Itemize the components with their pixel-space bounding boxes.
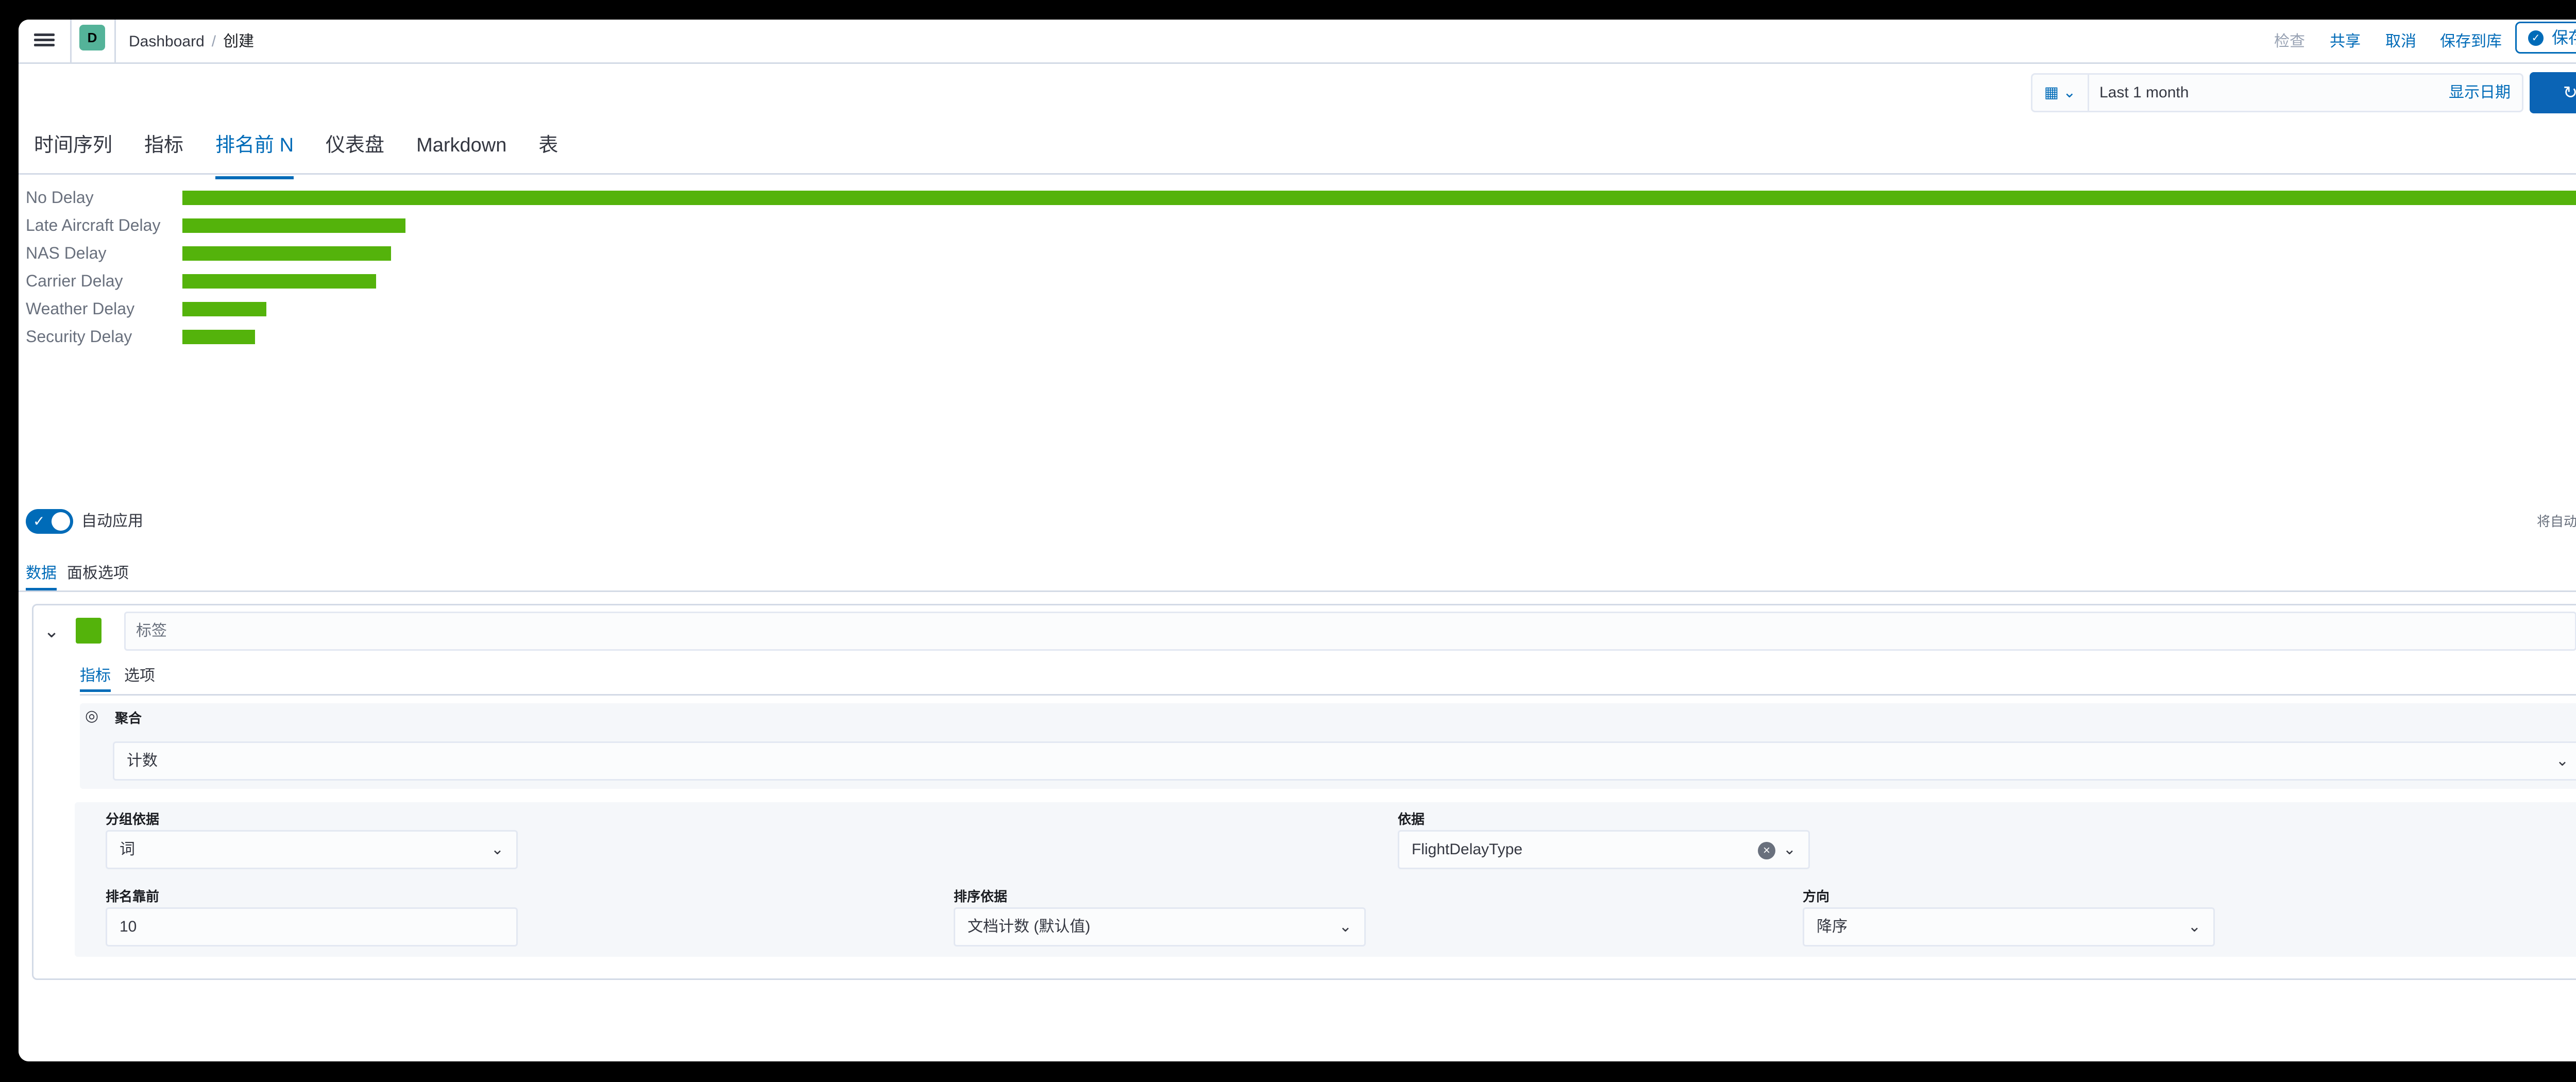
grouping-section: 分组依据 词 ⌄ 依据 FlightDelayType × ⌄ 排名靠前 10 … bbox=[75, 802, 2576, 957]
chart-category-label: Weather Delay bbox=[26, 299, 135, 318]
visualization-type-tabs: 时间序列 指标 排名前 N 仪表盘 Markdown 表 bbox=[34, 133, 590, 179]
menu-icon[interactable] bbox=[34, 31, 55, 52]
chart-category-label: Late Aircraft Delay bbox=[26, 216, 161, 234]
header-divider bbox=[70, 20, 72, 64]
auto-apply-toggle[interactable]: ✓ bbox=[26, 509, 73, 534]
chevron-down-icon: ⌄ bbox=[2555, 752, 2569, 769]
chart-category-label: Security Delay bbox=[26, 327, 132, 346]
chart-bar bbox=[182, 330, 255, 344]
chevron-down-icon: ⌄ bbox=[2188, 918, 2201, 935]
calendar-quick-menu-button[interactable]: ▦ ⌄ bbox=[2032, 75, 2089, 111]
chevron-down-icon[interactable]: ⌄ bbox=[44, 621, 59, 641]
order-by-select[interactable]: 文档计数 (默认值) ⌄ bbox=[954, 907, 1366, 946]
auto-apply-note: 将自动应用更改。 bbox=[2536, 514, 2576, 529]
tab-series-metrics[interactable]: 指标 bbox=[80, 663, 111, 692]
editor-tabs-divider bbox=[19, 590, 2576, 592]
aggregation-label: 聚合 bbox=[115, 711, 142, 726]
clear-icon[interactable]: × bbox=[1758, 842, 1775, 859]
chevron-down-icon: ⌄ bbox=[1783, 841, 1796, 858]
aggregation-row: ◎ 聚合 ⊕ 计数 ⌄ bbox=[80, 703, 2576, 789]
chevron-down-icon: ⌄ bbox=[1338, 918, 1352, 935]
chart-row: Late Aircraft Delay237 bbox=[19, 211, 2576, 239]
check-icon: ✓ bbox=[33, 513, 45, 529]
order-by-label: 排序依据 bbox=[954, 889, 1008, 904]
top-size-input[interactable]: 10 bbox=[106, 907, 518, 946]
editor-tabs: 数据 面板选项 bbox=[26, 561, 139, 590]
breadcrumb-current: 创建 bbox=[223, 33, 255, 50]
series-panel: ⌄ 标签 ◉ ❐ ⊕ 指标 选项 ◎ 聚合 ⊕ 计数 ⌄ 分组依据 词 ⌄ 依据 bbox=[32, 604, 2576, 980]
group-by-label: 分组依据 bbox=[106, 812, 160, 827]
app-window: D Dashboard / 创建 检查 共享 取消 保存到库 ✓ 保存并返回 ▦ ⌄… bbox=[19, 20, 2576, 1061]
header-divider bbox=[114, 20, 116, 64]
by-field-value: FlightDelayType bbox=[1412, 841, 1523, 858]
refresh-icon: ↻ bbox=[2563, 83, 2576, 103]
tab-metric[interactable]: 指标 bbox=[144, 133, 183, 179]
by-field-select[interactable]: FlightDelayType × ⌄ bbox=[1398, 830, 1810, 869]
share-button[interactable]: 共享 bbox=[2330, 29, 2361, 55]
chart-category-label: NAS Delay bbox=[26, 244, 107, 262]
by-label: 依据 bbox=[1398, 812, 1425, 827]
group-by-select[interactable]: 词 ⌄ bbox=[106, 830, 518, 869]
tab-series-options[interactable]: 选项 bbox=[124, 663, 155, 692]
top-label: 排名靠前 bbox=[106, 889, 160, 904]
series-label-input[interactable]: 标签 bbox=[124, 612, 2576, 651]
order-by-value: 文档计数 (默认值) bbox=[968, 918, 1091, 935]
top-n-chart: No Delay2,552Late Aircraft Delay237NAS D… bbox=[19, 183, 2576, 503]
series-color-swatch[interactable] bbox=[76, 618, 101, 644]
tab-gauge[interactable]: 仪表盘 bbox=[326, 133, 384, 179]
chart-bar bbox=[182, 218, 405, 233]
tab-table[interactable]: 表 bbox=[538, 133, 558, 179]
toggle-knob bbox=[52, 512, 70, 531]
chart-bar bbox=[182, 274, 376, 289]
breadcrumb: Dashboard / 创建 bbox=[129, 29, 254, 55]
auto-apply-label: 自动应用 bbox=[81, 513, 143, 530]
date-range-value[interactable]: Last 1 month bbox=[2099, 75, 2189, 111]
chart-row: Carrier Delay206 bbox=[19, 267, 2576, 295]
breadcrumb-separator: / bbox=[211, 33, 216, 50]
tab-panel-options[interactable]: 面板选项 bbox=[67, 561, 129, 590]
calendar-icon: ▦ bbox=[2044, 84, 2059, 101]
group-by-value: 词 bbox=[120, 841, 135, 858]
refresh-button[interactable]: ↻刷新 bbox=[2530, 72, 2576, 113]
chart-bar bbox=[182, 246, 391, 261]
direction-value: 降序 bbox=[1817, 918, 1848, 935]
direction-select[interactable]: 降序 ⌄ bbox=[1803, 907, 2215, 946]
aggregation-value: 计数 bbox=[127, 752, 158, 769]
breadcrumb-dashboard[interactable]: Dashboard bbox=[129, 33, 205, 50]
chart-category-label: Carrier Delay bbox=[26, 272, 123, 290]
chevron-down-icon: ⌄ bbox=[2063, 84, 2076, 101]
eye-icon[interactable]: ◎ bbox=[85, 708, 98, 724]
chart-bar bbox=[182, 191, 2576, 205]
aggregation-select[interactable]: 计数 ⌄ bbox=[113, 741, 2576, 781]
chart-bar bbox=[182, 302, 266, 316]
inspect-button[interactable]: 检查 bbox=[2274, 29, 2305, 55]
chart-row: NAS Delay222 bbox=[19, 239, 2576, 267]
chart-row: Weather Delay89 bbox=[19, 295, 2576, 323]
space-avatar[interactable]: D bbox=[79, 25, 105, 50]
direction-label: 方向 bbox=[1803, 889, 1830, 904]
chart-row: Security Delay77 bbox=[19, 323, 2576, 350]
top-header: D Dashboard / 创建 检查 共享 取消 保存到库 ✓ 保存并返回 bbox=[19, 20, 2576, 64]
chart-category-label: No Delay bbox=[26, 188, 94, 207]
sub-tabs-divider bbox=[80, 694, 2576, 696]
tab-data[interactable]: 数据 bbox=[26, 561, 57, 590]
check-circle-icon: ✓ bbox=[2528, 30, 2544, 46]
tab-markdown[interactable]: Markdown bbox=[416, 133, 506, 179]
save-and-return-label: 保存并返回 bbox=[2552, 28, 2576, 47]
series-sub-tabs: 指标 选项 bbox=[80, 663, 168, 692]
tab-time-series[interactable]: 时间序列 bbox=[34, 133, 112, 179]
date-picker: ▦ ⌄ Last 1 month 显示日期 bbox=[2031, 73, 2523, 112]
show-dates-button[interactable]: 显示日期 bbox=[2449, 75, 2511, 111]
save-and-return-button[interactable]: ✓ 保存并返回 bbox=[2515, 22, 2576, 54]
chart-row: No Delay2,552 bbox=[19, 183, 2576, 211]
chevron-down-icon: ⌄ bbox=[490, 841, 504, 858]
save-to-library-button[interactable]: 保存到库 bbox=[2440, 29, 2502, 55]
tabs-divider bbox=[19, 173, 2576, 175]
cancel-button[interactable]: 取消 bbox=[2385, 29, 2416, 55]
tab-top-n[interactable]: 排名前 N bbox=[215, 133, 294, 179]
